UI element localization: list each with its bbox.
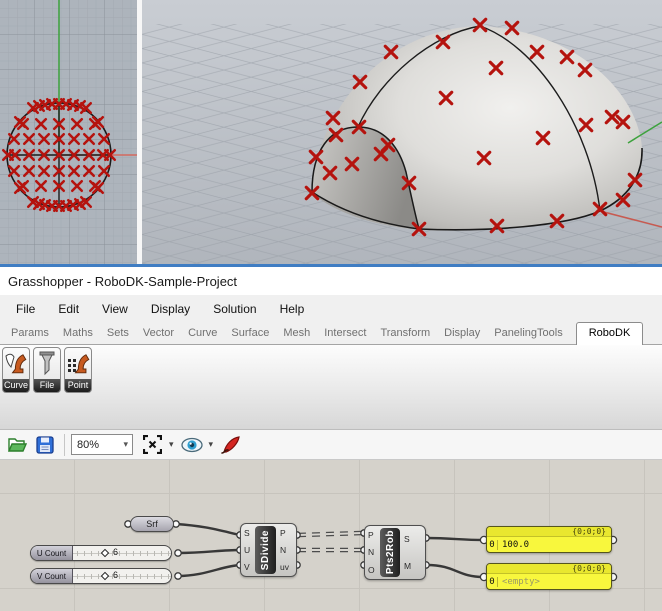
menu-display[interactable]: Display	[141, 298, 200, 320]
panel-message[interactable]: {0;0;0} 0 <empty>	[486, 563, 612, 590]
menubar: File Edit View Display Solution Help	[0, 295, 662, 322]
menu-help[interactable]: Help	[270, 298, 315, 320]
tab-params[interactable]: Params	[4, 323, 56, 344]
panel-item-value: 100.0	[498, 540, 529, 550]
panel-path-header: {0;0;0}	[487, 527, 611, 537]
srf-param-node[interactable]: Srf	[130, 516, 174, 532]
menu-solution[interactable]: Solution	[203, 298, 266, 320]
window-title: Grasshopper - RoboDK-Sample-Project	[0, 274, 237, 289]
panel-path-header: {0;0;0}	[487, 564, 611, 574]
file-tool-icon	[34, 348, 60, 379]
open-file-icon[interactable]	[6, 434, 28, 456]
top-view[interactable]	[0, 0, 137, 267]
zoom-level-combobox[interactable]: 80% ▾	[71, 434, 133, 455]
preview-eye-icon[interactable]	[181, 434, 203, 456]
point-robot-icon	[65, 348, 91, 379]
viewport-divider[interactable]	[137, 0, 142, 267]
slider-track[interactable]: 6	[73, 546, 171, 560]
srf-label: Srf	[146, 519, 158, 529]
zoom-extents-icon[interactable]	[141, 434, 163, 456]
slider-label: U Count	[31, 546, 73, 560]
menu-file[interactable]: File	[6, 298, 45, 320]
slider-handle[interactable]	[101, 549, 109, 557]
wire-ucount-to-u	[178, 550, 240, 553]
input-v[interactable]: V	[244, 562, 250, 572]
panel-item-value: <empty>	[498, 577, 540, 587]
canvas-toolbar: 80% ▾ ▾ ▾	[0, 430, 662, 460]
v-count-slider[interactable]: V Count 6	[30, 568, 172, 584]
tab-mesh[interactable]: Mesh	[276, 323, 317, 344]
tab-sets[interactable]: Sets	[100, 323, 136, 344]
ribbon-button-label: Curve	[3, 379, 29, 392]
preview-dropdown-chevron-icon[interactable]: ▾	[209, 439, 214, 450]
output-n[interactable]: N	[280, 545, 286, 555]
grasshopper-window: Grasshopper - RoboDK-Sample-Project File…	[0, 0, 662, 611]
wire-m-to-panel-bottom	[427, 565, 483, 577]
dashed-wires	[298, 533, 363, 550]
input-n[interactable]: N	[368, 547, 374, 557]
tab-vector[interactable]: Vector	[136, 323, 181, 344]
slider-label: V Count	[31, 569, 73, 583]
panel-item-index: 0	[487, 577, 498, 587]
grasshopper-titlebar[interactable]: Grasshopper - RoboDK-Sample-Project	[0, 267, 662, 295]
zoom-dropdown-chevron-icon[interactable]: ▾	[169, 439, 174, 450]
save-file-icon[interactable]	[34, 434, 56, 456]
tab-robodk[interactable]: RoboDK	[576, 322, 644, 345]
output-s[interactable]: S	[404, 534, 410, 544]
slider-value: 6	[113, 570, 118, 580]
u-count-slider[interactable]: U Count 6	[30, 545, 172, 561]
grasshopper-canvas[interactable]: Srf U Count 6 V Count 6 S U V SDivide	[0, 460, 662, 611]
robodk-curve-button[interactable]: Curve	[2, 347, 30, 393]
output-uv[interactable]: uv	[280, 562, 289, 572]
panel-item-index: 0	[487, 540, 498, 550]
robodk-file-button[interactable]: File	[33, 347, 61, 393]
tab-display[interactable]: Display	[437, 323, 487, 344]
zoom-level-value: 80%	[77, 439, 99, 451]
category-tabbar: Params Maths Sets Vector Curve Surface M…	[0, 322, 662, 345]
rhino-viewport[interactable]	[0, 0, 662, 267]
sdivide-name-bar: SDivide	[255, 526, 276, 574]
perspective-view[interactable]	[142, 0, 662, 267]
robodk-ribbon: Curve File	[0, 345, 662, 430]
tab-panelingtools[interactable]: PanelingTools	[487, 323, 570, 344]
output-m[interactable]: M	[404, 561, 411, 571]
wire-vcount-to-v	[178, 565, 240, 576]
slider-value: 6	[113, 547, 118, 557]
tab-transform[interactable]: Transform	[373, 323, 437, 344]
ribbon-button-label: Point	[65, 379, 91, 392]
sdivide-node[interactable]: S U V SDivide P N uv	[240, 523, 297, 577]
tab-intersect[interactable]: Intersect	[317, 323, 373, 344]
output-p[interactable]: P	[280, 528, 286, 538]
input-u[interactable]: U	[244, 545, 250, 555]
slider-handle[interactable]	[101, 572, 109, 580]
menu-edit[interactable]: Edit	[48, 298, 89, 320]
menu-view[interactable]: View	[92, 298, 138, 320]
curve-robot-icon	[3, 348, 29, 379]
panel-speed[interactable]: {0;0;0} 0 100.0	[486, 526, 612, 553]
ribbon-button-label: File	[34, 379, 60, 392]
sketch-pen-icon[interactable]	[220, 434, 242, 456]
input-p[interactable]: P	[368, 530, 374, 540]
tab-surface[interactable]: Surface	[224, 323, 276, 344]
pts2rob-node[interactable]: P N O Pts2Rob S M	[364, 525, 426, 580]
input-s[interactable]: S	[244, 528, 250, 538]
pts2rob-name-bar: Pts2Rob	[380, 528, 400, 577]
slider-track[interactable]: 6	[73, 569, 171, 583]
wire-srf-to-s	[176, 524, 240, 535]
toolbar-separator	[64, 434, 65, 456]
tab-curve[interactable]: Curve	[181, 323, 224, 344]
chevron-down-icon: ▾	[123, 439, 128, 450]
input-o[interactable]: O	[368, 565, 375, 575]
tab-maths[interactable]: Maths	[56, 323, 100, 344]
robodk-point-button[interactable]: Point	[64, 347, 92, 393]
wire-s-to-panel-top	[427, 538, 483, 540]
